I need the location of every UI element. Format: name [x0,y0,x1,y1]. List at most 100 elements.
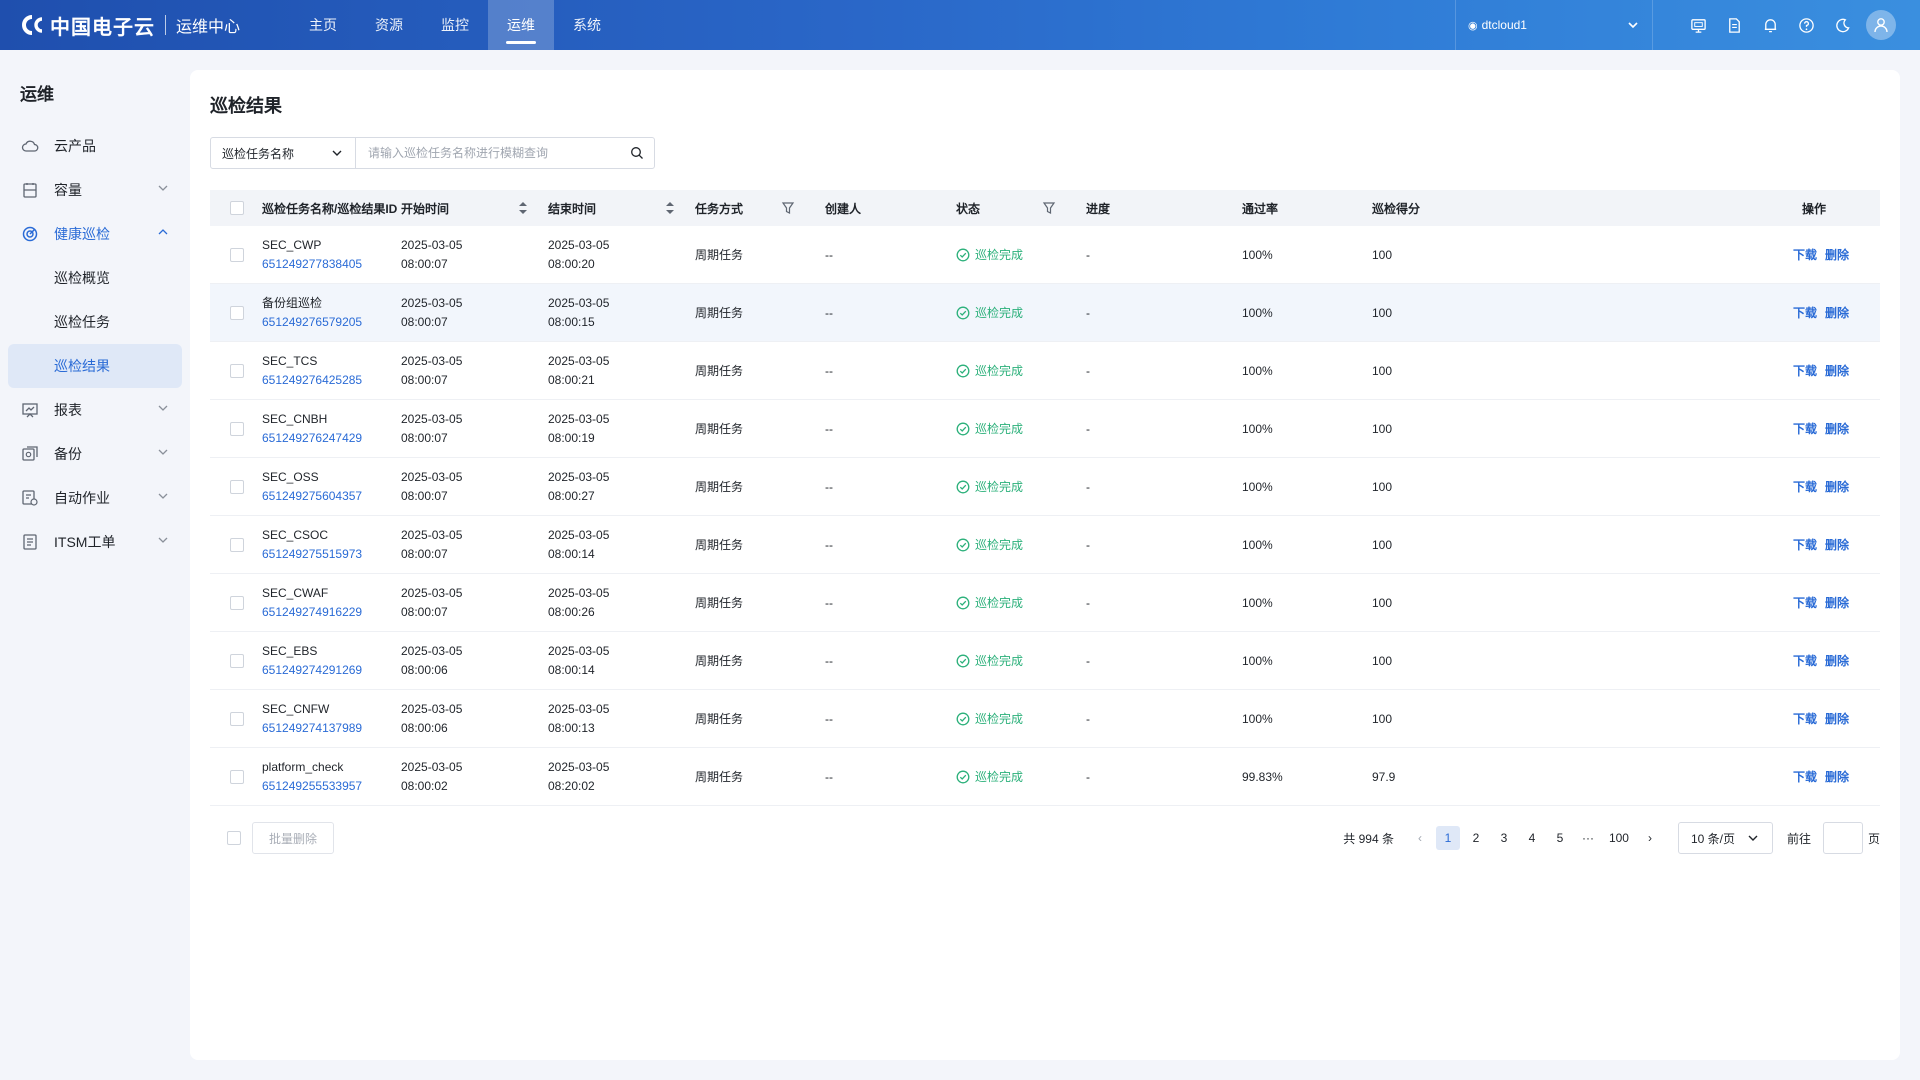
table-row[interactable]: SEC_CWP 651249277838405 2025-03-05 08:00:07… [210,226,1880,284]
row-checkbox[interactable] [230,363,244,378]
row-checkbox[interactable] [230,769,244,784]
sidebar-subitem-results[interactable]: 巡检结果 [8,344,182,388]
download-link[interactable]: 下载 [1793,478,1817,495]
sidebar-item-itsm[interactable]: ITSM工单 [8,520,182,564]
batch-delete-button[interactable]: 批量删除 [252,822,334,854]
search-button[interactable] [620,138,654,168]
nav-item-3[interactable]: 运维 [488,0,554,50]
nav-item-1[interactable]: 资源 [356,0,422,50]
result-id-link[interactable]: 651249275604357 [262,487,362,506]
result-id-link[interactable]: 651249277838405 [262,255,362,274]
download-link[interactable]: 下载 [1793,246,1817,263]
delete-link[interactable]: 删除 [1825,536,1849,553]
column-header-label: 进度 [1086,201,1111,216]
result-id-link[interactable]: 651249255533957 [262,777,362,796]
select-all-checkbox[interactable] [230,201,244,215]
search-input[interactable] [356,138,620,168]
download-link[interactable]: 下载 [1793,420,1817,437]
sort-icon[interactable] [665,201,675,215]
sidebar-item-reports[interactable]: 报表 [8,388,182,432]
delete-link[interactable]: 删除 [1825,246,1849,263]
row-checkbox[interactable] [230,305,244,320]
row-checkbox[interactable] [230,537,244,552]
result-id-link[interactable]: 651249276579205 [262,313,362,332]
download-link[interactable]: 下载 [1793,594,1817,611]
sidebar-item-capacity[interactable]: 容量 [8,168,182,212]
page-number[interactable]: 100 [1604,826,1634,850]
row-checkbox[interactable] [230,595,244,610]
download-link[interactable]: 下载 [1793,304,1817,321]
download-link[interactable]: 下载 [1793,362,1817,379]
sidebar-item-health-check[interactable]: 健康巡检 [8,212,182,256]
tenant-selector[interactable]: ◉ dtcloud1 [1455,0,1653,50]
delete-link[interactable]: 删除 [1825,420,1849,437]
sidebar-item-automation[interactable]: 自动作业 [8,476,182,520]
delete-link[interactable]: 删除 [1825,594,1849,611]
result-id-link[interactable]: 651249276247429 [262,429,362,448]
help-icon[interactable] [1788,7,1824,43]
delete-link[interactable]: 删除 [1825,710,1849,727]
row-checkbox[interactable] [230,479,244,494]
delete-link[interactable]: 删除 [1825,304,1849,321]
delete-link[interactable]: 删除 [1825,362,1849,379]
sidebar-subitem-overview[interactable]: 巡检概览 [8,256,182,300]
nav-item-0[interactable]: 主页 [290,0,356,50]
result-id-link[interactable]: 651249274291269 [262,661,362,680]
result-id-link[interactable]: 651249276425285 [262,371,362,390]
table-row[interactable]: SEC_CNBH 651249276247429 2025-03-05 08:00:0… [210,400,1880,458]
progress: - [1086,363,1090,378]
table-row[interactable]: SEC_CWAF 651249274916229 2025-03-05 08:00:0… [210,574,1880,632]
table-row[interactable]: SEC_OSS 651249275604357 2025-03-05 08:00:07… [210,458,1880,516]
brand-logo[interactable]: 中国电子云 [20,11,155,40]
row-checkbox[interactable] [230,653,244,668]
page-number[interactable]: 3 [1492,826,1516,850]
select-all-footer-checkbox[interactable] [227,831,241,845]
start-time: 08:00:07 [401,546,448,561]
sidebar-item-backup[interactable]: 备份 [8,432,182,476]
table-row[interactable]: SEC_TCS 651249276425285 2025-03-05 08:00:07… [210,342,1880,400]
nav-item-2[interactable]: 监控 [422,0,488,50]
page-number[interactable]: 5 [1548,826,1572,850]
goto-page-input[interactable] [1822,822,1863,854]
search-field-select[interactable]: 巡检任务名称 [211,138,356,168]
document-icon[interactable] [1716,7,1752,43]
table-row[interactable]: SEC_EBS 651249274291269 2025-03-05 08:00:06… [210,632,1880,690]
delete-link[interactable]: 删除 [1825,768,1849,785]
download-link[interactable]: 下载 [1793,768,1817,785]
nav-item-4[interactable]: 系统 [554,0,620,50]
result-id-link[interactable]: 651249274916229 [262,603,362,622]
sidebar-item-cloud-products[interactable]: 云产品 [8,124,182,168]
table-row[interactable]: SEC_CSOC 651249275515973 2025-03-05 08:00:0… [210,516,1880,574]
row-checkbox[interactable] [230,711,244,726]
row-checkbox[interactable] [230,247,244,262]
status-label: 巡检完成 [975,770,1024,784]
delete-link[interactable]: 删除 [1825,652,1849,669]
page-number[interactable]: 4 [1520,826,1544,850]
next-page-icon[interactable]: › [1638,826,1662,850]
filter-icon[interactable] [1042,201,1056,215]
monitor-icon[interactable] [1680,7,1716,43]
page-number[interactable]: 2 [1464,826,1488,850]
user-avatar[interactable] [1866,10,1896,40]
page-number[interactable]: 1 [1435,826,1460,850]
bell-icon[interactable] [1752,7,1788,43]
sidebar-subitem-tasks[interactable]: 巡检任务 [8,300,182,344]
download-link[interactable]: 下载 [1793,652,1817,669]
page-ellipsis[interactable]: ··· [1576,826,1600,850]
moon-icon[interactable] [1824,7,1860,43]
table-row[interactable]: SEC_CNFW 651249274137989 2025-03-05 08:00:0… [210,690,1880,748]
page-size-select[interactable]: 10 条/页 [1677,822,1773,854]
sort-icon[interactable] [518,201,528,215]
filter-icon[interactable] [781,201,795,215]
end-time: 08:00:26 [548,604,595,619]
delete-link[interactable]: 删除 [1825,478,1849,495]
creator: -- [825,595,833,610]
table-row[interactable]: platform_check 651249255533957 2025-03-05 0… [210,748,1880,806]
table-row[interactable]: 备份组巡检 651249276579205 2025-03-05 08:00:07 20… [210,284,1880,342]
download-link[interactable]: 下载 [1793,536,1817,553]
prev-page-icon[interactable]: ‹ [1408,826,1432,850]
download-link[interactable]: 下载 [1793,710,1817,727]
result-id-link[interactable]: 651249275515973 [262,545,362,564]
row-checkbox[interactable] [230,421,244,436]
result-id-link[interactable]: 651249274137989 [262,719,362,738]
